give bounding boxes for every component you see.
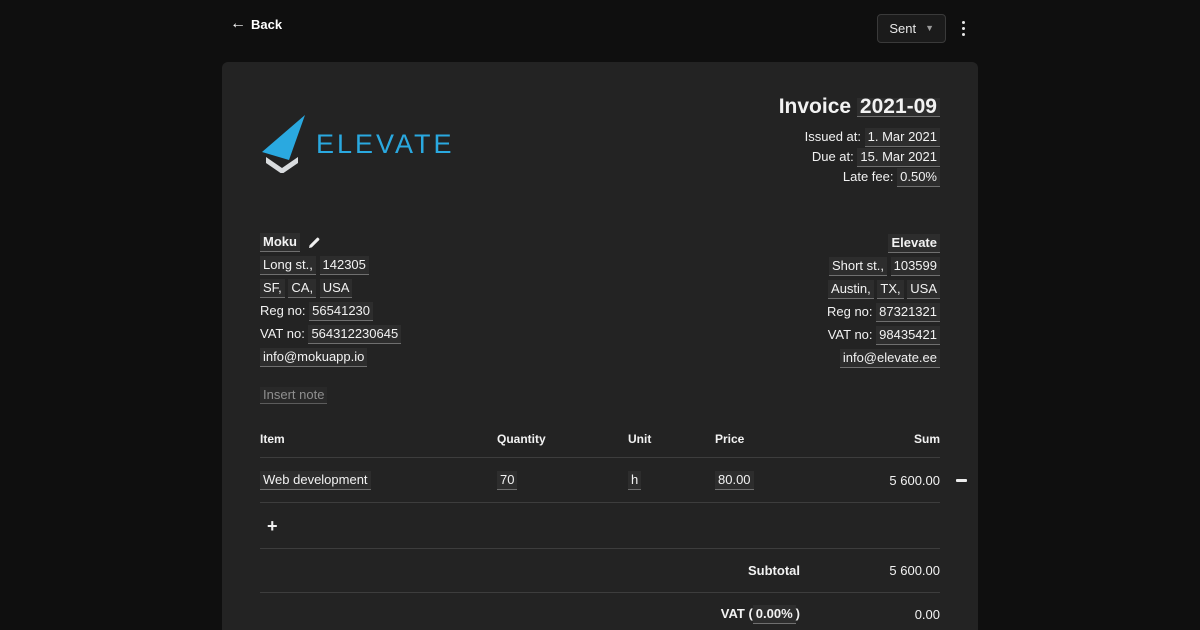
status-label: Sent [889, 21, 916, 36]
company-address-block: Elevate Short st., 103599 Austin, TX, US… [827, 233, 940, 371]
company-reg-field[interactable]: 87321321 [876, 303, 940, 322]
late-fee-field[interactable]: 0.50% [897, 168, 940, 187]
vat-label-prefix: VAT ( [721, 606, 753, 621]
client-country-field[interactable]: USA [320, 279, 353, 298]
item-unit-field[interactable]: h [628, 471, 641, 490]
line-items-table: Item Quantity Unit Price Sum Web develop… [260, 426, 940, 630]
issued-label: Issued at: [805, 129, 861, 144]
client-email-field[interactable]: info@mokuapp.io [260, 348, 367, 367]
address-section: Moku Long st., 142305 SF, CA, USA Reg no… [260, 233, 940, 371]
company-street-field[interactable]: Short st., [829, 257, 887, 276]
company-vat-field[interactable]: 98435421 [876, 326, 940, 345]
client-vat-label: VAT no: [260, 326, 305, 341]
back-button[interactable]: ← Back [230, 16, 282, 32]
subtotal-label: Subtotal [260, 563, 800, 578]
back-label: Back [251, 17, 282, 32]
header-price: Price [715, 432, 825, 446]
client-reg-label: Reg no: [260, 303, 306, 318]
add-line-button[interactable]: + [267, 517, 278, 535]
item-price-field[interactable]: 80.00 [715, 471, 754, 490]
due-date-field[interactable]: 15. Mar 2021 [857, 148, 940, 167]
header-item: Item [260, 432, 497, 446]
item-quantity-field[interactable]: 70 [497, 471, 517, 490]
company-state-field[interactable]: TX, [877, 280, 903, 299]
due-line: Due at: 15. Mar 2021 [779, 147, 940, 167]
late-fee-label: Late fee: [843, 169, 894, 184]
invoice-meta: Invoice 2021-09 Issued at: 1. Mar 2021 D… [779, 95, 940, 187]
vat-label: VAT (0.00%) [260, 605, 800, 624]
back-arrow-icon: ← [230, 16, 246, 32]
status-dropdown[interactable]: Sent ▼ [877, 14, 946, 43]
header-sum: Sum [825, 432, 940, 446]
add-line-row: + [260, 503, 940, 549]
remove-line-button[interactable] [956, 479, 967, 482]
table-row: Web development 70 h 80.00 5 600.00 [260, 458, 940, 503]
company-vat-label: VAT no: [828, 327, 873, 342]
item-name-field[interactable]: Web development [260, 471, 371, 490]
client-reg-field[interactable]: 56541230 [309, 302, 373, 321]
invoice-title: Invoice 2021-09 [779, 95, 940, 119]
vat-rate-field[interactable]: 0.00% [753, 605, 796, 624]
kebab-menu-icon[interactable] [960, 19, 967, 38]
insert-note-input[interactable]: Insert note [260, 387, 327, 404]
table-header-row: Item Quantity Unit Price Sum [260, 426, 940, 458]
company-country-field[interactable]: USA [907, 280, 940, 299]
company-city-field[interactable]: Austin, [828, 280, 874, 299]
vat-value: 0.00 [800, 607, 940, 622]
subtotal-row: Subtotal 5 600.00 [260, 549, 940, 593]
client-state-field[interactable]: CA, [288, 279, 316, 298]
client-vat-field[interactable]: 564312230645 [308, 325, 401, 344]
company-logo: ELEVATE [260, 101, 455, 187]
invoice-number-field[interactable]: 2021-09 [857, 98, 940, 117]
late-fee-line: Late fee: 0.50% [779, 167, 940, 187]
item-sum-value: 5 600.00 [825, 473, 940, 488]
issued-date-field[interactable]: 1. Mar 2021 [865, 128, 940, 147]
logo-sail-icon [260, 115, 307, 173]
client-street-field[interactable]: Long st., [260, 256, 316, 275]
subtotal-value: 5 600.00 [800, 563, 940, 578]
client-city-field[interactable]: SF, [260, 279, 285, 298]
company-email-field[interactable]: info@elevate.ee [840, 349, 940, 368]
company-reg-label: Reg no: [827, 304, 873, 319]
client-zip-field[interactable]: 142305 [320, 256, 369, 275]
issued-line: Issued at: 1. Mar 2021 [779, 127, 940, 147]
top-right-controls: Sent ▼ [877, 14, 967, 43]
chevron-down-icon: ▼ [925, 24, 934, 33]
company-name-field[interactable]: Elevate [888, 234, 940, 253]
edit-client-icon[interactable] [308, 236, 321, 249]
client-address-block: Moku Long st., 142305 SF, CA, USA Reg no… [260, 233, 401, 371]
header-quantity: Quantity [497, 432, 628, 446]
vat-row: VAT (0.00%) 0.00 [260, 593, 940, 630]
company-zip-field[interactable]: 103599 [891, 257, 940, 276]
invoice-title-label: Invoice [779, 95, 851, 118]
invoice-card: ELEVATE Invoice 2021-09 Issued at: 1. Ma… [222, 62, 978, 630]
due-label: Due at: [812, 149, 854, 164]
header-unit: Unit [628, 432, 715, 446]
invoice-header: ELEVATE Invoice 2021-09 Issued at: 1. Ma… [260, 62, 940, 187]
client-name-field[interactable]: Moku [260, 233, 300, 252]
logo-text: ELEVATE [316, 129, 455, 160]
